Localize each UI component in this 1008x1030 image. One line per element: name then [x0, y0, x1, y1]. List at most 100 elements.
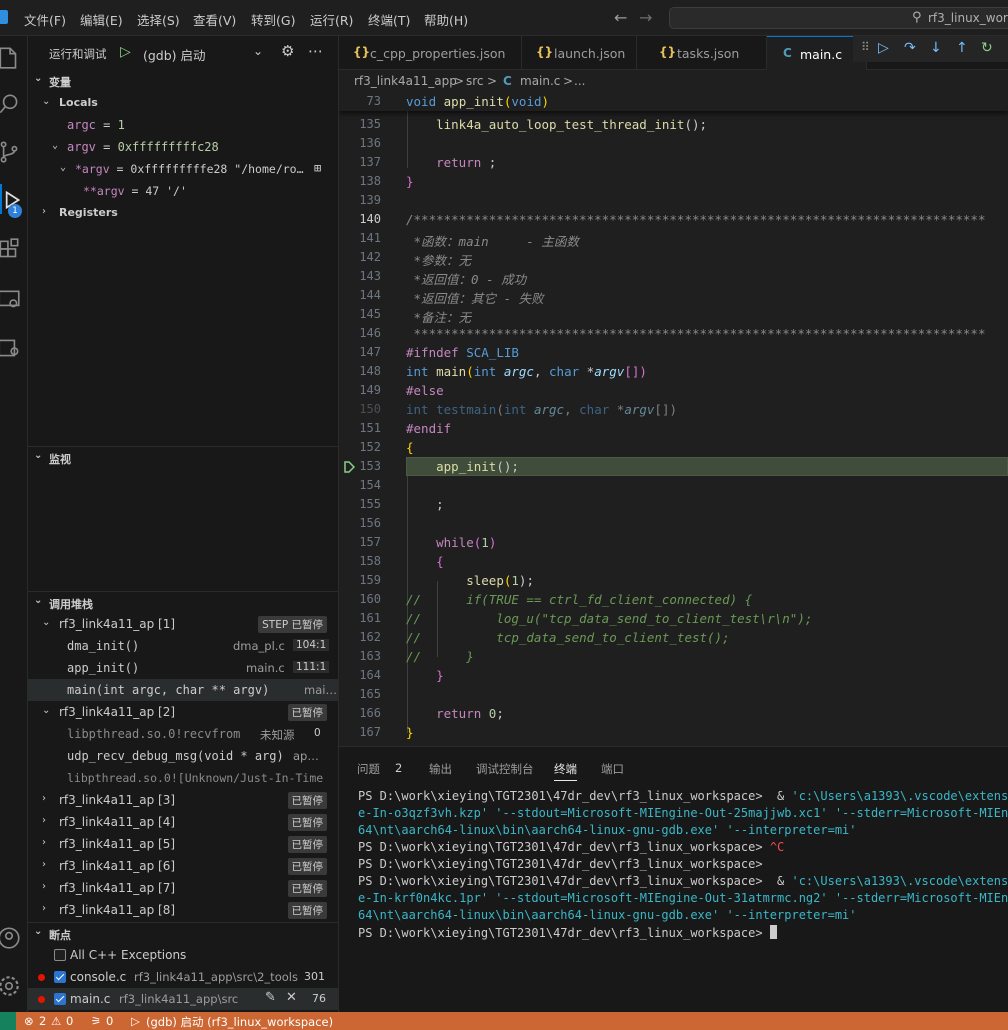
stack-frame[interactable]: libpthread.so.0![Unknown/Just-In-Time — [28, 767, 338, 789]
error-icon[interactable]: ⊗ — [24, 1014, 34, 1028]
step-into-icon[interactable]: ↓ — [930, 40, 942, 56]
code-line[interactable]: 157 while(1) — [339, 533, 1008, 552]
menu-selection[interactable]: 选择(S) — [137, 10, 180, 29]
ports-icon[interactable]: ⚞ — [91, 1014, 101, 1028]
watch-section-header[interactable]: ⌄ 监视 — [28, 446, 338, 468]
locals-scope[interactable]: ⌄ Locals — [28, 92, 338, 114]
menu-go[interactable]: 转到(G) — [251, 10, 295, 29]
code-line-inactive[interactable]: 150 int testmain(int argc, char *argv[]) — [339, 400, 1008, 419]
code-line[interactable]: 167 } — [339, 723, 1008, 742]
arrow-right-icon[interactable]: → — [639, 8, 652, 27]
arrow-left-icon[interactable]: ← — [614, 8, 627, 27]
code-editor[interactable]: 73 void app_init(void) 135 link4a_auto_l… — [339, 92, 1008, 746]
thread-item[interactable]: ⌄ rf3_link4a11_ap [2] 已暂停 — [28, 701, 338, 723]
code-line[interactable]: 160 // if(TRUE == ctrl_fd_client_connect… — [339, 590, 1008, 609]
step-over-icon[interactable]: ↷ — [904, 40, 916, 56]
step-out-icon[interactable]: ↑ — [956, 40, 968, 56]
variable-argc[interactable]: argc = 1 — [28, 114, 338, 136]
code-line[interactable]: 149 #else — [339, 381, 1008, 400]
breakpoint-checkbox[interactable] — [54, 949, 66, 961]
breakpoint-item[interactable]: console.c rf3_link4a11_app\src\2_tools 3… — [28, 966, 338, 988]
callstack-section-header[interactable]: ⌄ 调用堆栈 — [28, 591, 338, 613]
sticky-scroll-line[interactable]: 73 void app_init(void) — [339, 92, 1008, 111]
more-actions-icon[interactable]: ⋯ — [308, 42, 323, 60]
tab-tasks-json[interactable]: {} tasks.json — [637, 36, 767, 70]
tab-launch-json[interactable]: {} launch.json — [522, 36, 637, 70]
thread-item[interactable]: › rf3_link4a11_ap [7] 已暂停 — [28, 877, 338, 899]
code-line[interactable]: 159 sleep(1); — [339, 571, 1008, 590]
code-line[interactable]: 137 return ; — [339, 153, 1008, 172]
close-icon[interactable]: ✕ — [286, 990, 297, 1005]
stack-frame[interactable]: libpthread.so.0!recvfrom 未知源 0 — [28, 723, 338, 745]
code-line[interactable]: 144 *返回值：其它 - 失败 — [339, 286, 1008, 306]
code-line[interactable]: 164 } — [339, 666, 1008, 685]
code-line[interactable]: 156 — [339, 514, 1008, 533]
code-line-current[interactable]: 153 app_init(); — [339, 457, 1008, 476]
code-line[interactable]: 140 /***********************************… — [339, 210, 1008, 229]
error-count[interactable]: 2 — [39, 1014, 46, 1028]
code-line[interactable]: 151 #endif — [339, 419, 1008, 438]
code-line[interactable]: 145 *备注：无 — [339, 305, 1008, 325]
thread-item[interactable]: › rf3_link4a11_ap [3] 已暂停 — [28, 789, 338, 811]
stack-frame[interactable]: udp_recv_debug_msg(void * arg) ap… — [28, 745, 338, 767]
thread-item[interactable]: › rf3_link4a11_ap [8] 已暂停 — [28, 899, 338, 921]
tab-terminal[interactable]: 终端 — [554, 761, 577, 781]
debug-config-status[interactable]: (gdb) 启动 (rf3_linux_workspace) — [146, 1014, 333, 1030]
thread-item[interactable]: ⌄ rf3_link4a11_ap [1] STEP 已暂停 — [28, 613, 338, 635]
command-center-search[interactable]: ⚲ rf3_linux_workspace — [669, 7, 1008, 29]
breadcrumb-src[interactable]: src — [466, 74, 484, 88]
view-binary-data-icon[interactable]: ⊞ — [314, 161, 321, 175]
continue-icon[interactable]: ▷ — [878, 40, 889, 56]
tab-main-c[interactable]: C main.c — [767, 36, 867, 70]
menu-file[interactable]: 文件(F) — [24, 10, 66, 29]
code-line[interactable]: 152 { — [339, 438, 1008, 457]
tab-c-cpp-properties[interactable]: {} c_cpp_properties.json — [339, 36, 522, 70]
variable-deref-argv[interactable]: ⌄ *argv = 0xfffffffffe28 "/home/ro… ⊞ — [28, 158, 338, 180]
stack-frame[interactable]: app_init() main.c 111:1 — [28, 657, 338, 679]
code-line[interactable]: 139 — [339, 191, 1008, 210]
menu-view[interactable]: 查看(V) — [193, 10, 236, 29]
code-line[interactable]: 158 { — [339, 552, 1008, 571]
code-line[interactable]: 142 *参数：无 — [339, 248, 1008, 268]
remote-indicator-icon[interactable] — [0, 1012, 16, 1030]
terminal-output[interactable]: PS D:\work\xieying\TGT2301\47dr_dev\rf3_… — [358, 789, 1008, 942]
code-line[interactable]: 138 } — [339, 172, 1008, 191]
extension-panel-icon[interactable] — [0, 332, 27, 362]
search-icon[interactable] — [0, 88, 27, 118]
debug-run-icon[interactable]: ▷ — [131, 1014, 140, 1028]
menu-help[interactable]: 帮助(H) — [424, 10, 468, 29]
code-line[interactable]: 162 // tcp_data_send_to_client_test(); — [339, 628, 1008, 647]
edit-pencil-icon[interactable]: ✎ — [265, 990, 276, 1005]
code-line[interactable]: 163 // } — [339, 647, 1008, 666]
variable-dderef-argv[interactable]: **argv = 47 '/' — [28, 180, 338, 202]
chevron-down-icon[interactable]: ⌄ — [253, 44, 263, 58]
warning-icon[interactable]: ⚠ — [51, 1014, 61, 1028]
stack-frame-selected[interactable]: main(int argc, char ** argv) mai… — [28, 679, 338, 701]
code-line[interactable]: 161 // log_u("tcp_data_send_to_client_te… — [339, 609, 1008, 628]
registers-scope[interactable]: › Registers — [28, 202, 338, 224]
breadcrumb-more[interactable]: ... — [574, 74, 585, 88]
code-line[interactable]: 165 — [339, 685, 1008, 704]
source-control-icon[interactable] — [0, 136, 27, 166]
menu-run[interactable]: 运行(R) — [310, 10, 353, 29]
tab-debug-console[interactable]: 调试控制台 — [476, 761, 534, 777]
tab-problems[interactable]: 问题 — [357, 761, 380, 777]
menu-edit[interactable]: 编辑(E) — [80, 10, 123, 29]
explorer-icon[interactable] — [0, 42, 27, 72]
breadcrumb-folder[interactable]: rf3_link4a11_app — [354, 74, 457, 88]
breadcrumb-file[interactable]: main.c — [520, 74, 560, 88]
code-line[interactable]: 141 *函数：main - 主函数 — [339, 229, 1008, 249]
code-line[interactable]: 148 int main(int argc, char *argv[]) — [339, 362, 1008, 381]
breakpoint-checkbox[interactable] — [54, 993, 66, 1005]
code-line[interactable]: 154 — [339, 476, 1008, 495]
code-line[interactable]: 166 return 0; — [339, 704, 1008, 723]
stack-frame[interactable]: dma_init() dma_pl.c 104:1 — [28, 635, 338, 657]
thread-item[interactable]: › rf3_link4a11_ap [5] 已暂停 — [28, 833, 338, 855]
settings-gear-icon[interactable] — [0, 970, 27, 1000]
code-line[interactable]: 147 #ifndef SCA_LIB — [339, 343, 1008, 362]
tab-ports[interactable]: 端口 — [601, 761, 624, 777]
breakpoint-checkbox[interactable] — [54, 971, 66, 983]
code-line[interactable]: 136 — [339, 134, 1008, 153]
extensions-icon[interactable] — [0, 234, 27, 264]
breakpoint-item[interactable]: main.c rf3_link4a11_app\src ✎ ✕ 76 — [28, 988, 338, 1010]
